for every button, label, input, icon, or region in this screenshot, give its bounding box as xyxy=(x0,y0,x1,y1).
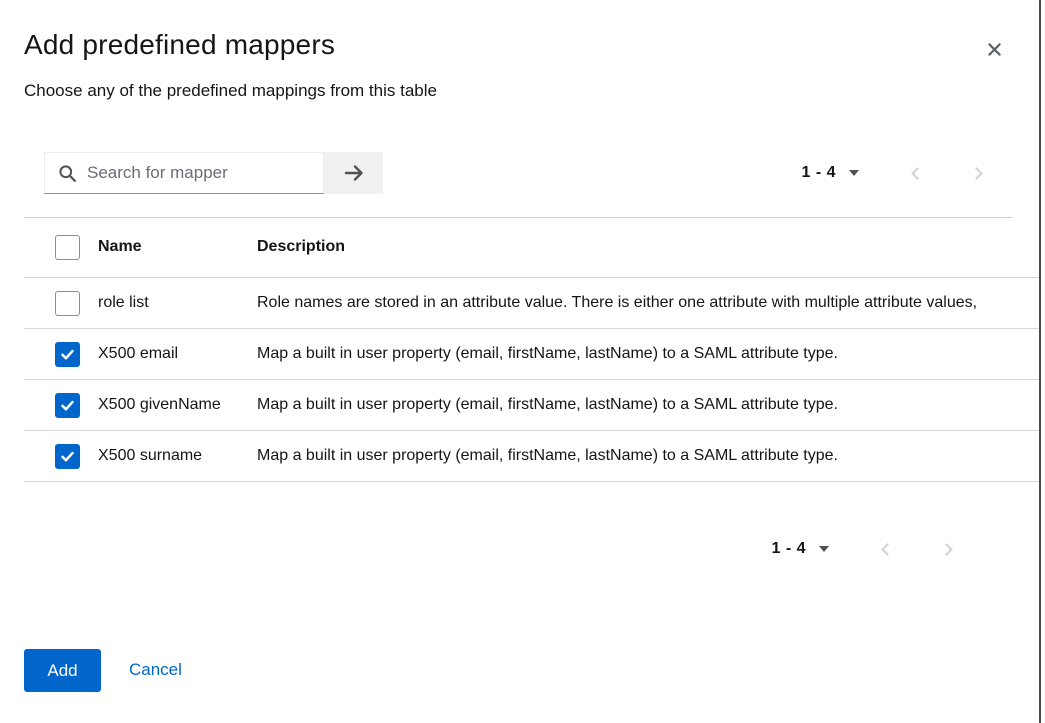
row-checkbox[interactable] xyxy=(55,393,80,418)
table-row: X500 email Map a built in user property … xyxy=(24,329,1041,380)
table-row: X500 givenName Map a built in user prope… xyxy=(24,380,1041,431)
angle-left-icon xyxy=(881,543,894,556)
angle-right-icon xyxy=(940,543,953,556)
right-edge-line xyxy=(1039,0,1041,723)
select-all-checkbox[interactable] xyxy=(55,235,80,260)
mapper-table: Name Description role list Role names ar… xyxy=(24,217,1041,482)
pagination-range: 1 - 4 xyxy=(801,164,836,182)
angle-right-icon xyxy=(970,167,983,180)
row-name: X500 givenName xyxy=(98,396,257,414)
table-header-row: Name Description xyxy=(24,217,1041,278)
column-header-name: Name xyxy=(98,238,257,256)
search-input-wrap xyxy=(44,152,324,194)
caret-down-icon xyxy=(819,546,829,552)
row-name: role list xyxy=(98,294,257,312)
caret-down-icon xyxy=(849,170,859,176)
row-description: Map a built in user property (email, fir… xyxy=(257,396,1041,414)
table-body: role list Role names are stored in an at… xyxy=(24,278,1041,482)
table-row: role list Role names are stored in an at… xyxy=(24,278,1041,329)
pagination-menu-toggle[interactable]: 1 - 4 xyxy=(801,164,859,182)
close-icon xyxy=(986,41,1003,58)
search-group xyxy=(44,152,383,194)
pagination-next-button[interactable] xyxy=(971,163,985,183)
table-row: X500 surname Map a built in user propert… xyxy=(24,431,1041,482)
close-button[interactable] xyxy=(981,36,1007,62)
row-checkbox[interactable] xyxy=(55,342,80,367)
row-description: Map a built in user property (email, fir… xyxy=(257,447,1041,465)
pagination-bottom: 1 - 4 xyxy=(771,528,955,570)
column-header-description: Description xyxy=(257,238,1041,256)
row-description: Map a built in user property (email, fir… xyxy=(257,345,1041,363)
pagination-top: 1 - 4 xyxy=(801,152,985,194)
row-description: Role names are stored in an attribute va… xyxy=(257,294,1041,312)
search-input[interactable] xyxy=(87,163,312,183)
search-submit-button[interactable] xyxy=(324,152,383,194)
row-checkbox[interactable] xyxy=(55,444,80,469)
modal-subtitle: Choose any of the predefined mappings fr… xyxy=(24,81,437,101)
pagination-next-button[interactable] xyxy=(941,539,955,559)
search-icon xyxy=(58,164,77,183)
pagination-menu-toggle[interactable]: 1 - 4 xyxy=(771,540,829,558)
cancel-button[interactable]: Cancel xyxy=(129,660,182,680)
arrow-right-icon xyxy=(342,161,366,185)
row-name: X500 email xyxy=(98,345,257,363)
row-name: X500 surname xyxy=(98,447,257,465)
pagination-prev-button[interactable] xyxy=(878,539,892,559)
page-title: Add predefined mappers xyxy=(24,29,335,61)
angle-left-icon xyxy=(911,167,924,180)
add-button[interactable]: Add xyxy=(24,649,101,692)
row-checkbox[interactable] xyxy=(55,291,80,316)
pagination-range: 1 - 4 xyxy=(771,540,806,558)
pagination-prev-button[interactable] xyxy=(908,163,922,183)
